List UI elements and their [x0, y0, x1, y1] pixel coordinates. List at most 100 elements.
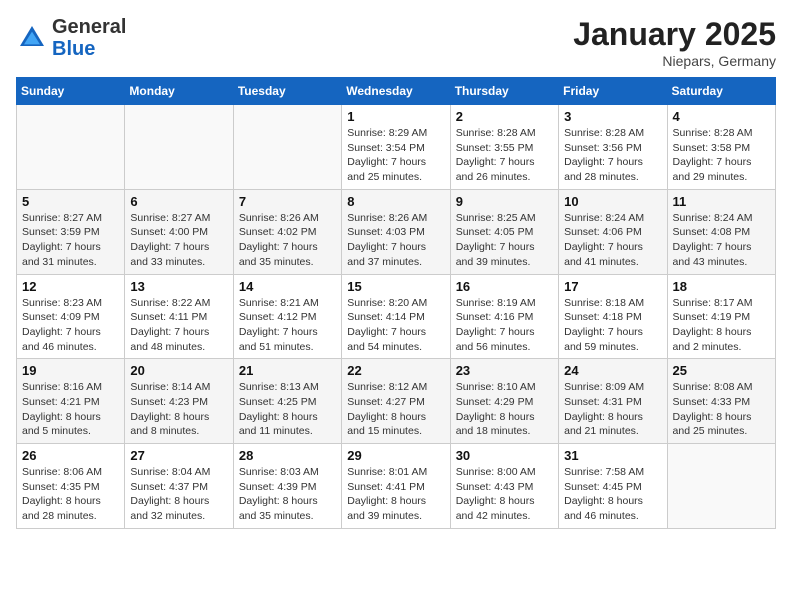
day-number: 29	[347, 448, 444, 463]
day-info: Sunrise: 8:17 AM Sunset: 4:19 PM Dayligh…	[673, 296, 770, 355]
calendar-cell: 13Sunrise: 8:22 AM Sunset: 4:11 PM Dayli…	[125, 274, 233, 359]
day-number: 25	[673, 363, 770, 378]
day-info: Sunrise: 8:10 AM Sunset: 4:29 PM Dayligh…	[456, 380, 553, 439]
day-info: Sunrise: 8:26 AM Sunset: 4:03 PM Dayligh…	[347, 211, 444, 270]
day-number: 4	[673, 109, 770, 124]
day-info: Sunrise: 8:29 AM Sunset: 3:54 PM Dayligh…	[347, 126, 444, 185]
calendar-cell: 9Sunrise: 8:25 AM Sunset: 4:05 PM Daylig…	[450, 189, 558, 274]
day-number: 18	[673, 279, 770, 294]
day-number: 14	[239, 279, 336, 294]
day-info: Sunrise: 8:03 AM Sunset: 4:39 PM Dayligh…	[239, 465, 336, 524]
day-number: 9	[456, 194, 553, 209]
month-title: January 2025	[573, 16, 776, 53]
day-info: Sunrise: 8:01 AM Sunset: 4:41 PM Dayligh…	[347, 465, 444, 524]
day-number: 27	[130, 448, 227, 463]
calendar-week-2: 5Sunrise: 8:27 AM Sunset: 3:59 PM Daylig…	[17, 189, 776, 274]
calendar-week-1: 1 Sunrise: 8:29 AM Sunset: 3:54 PM Daylig…	[17, 105, 776, 190]
day-number: 15	[347, 279, 444, 294]
calendar-cell: 23Sunrise: 8:10 AM Sunset: 4:29 PM Dayli…	[450, 359, 558, 444]
day-info: Sunrise: 8:27 AM Sunset: 4:00 PM Dayligh…	[130, 211, 227, 270]
header-monday: Monday	[125, 78, 233, 105]
location: Niepars, Germany	[573, 53, 776, 69]
calendar-cell: 30 Sunrise: 8:00 AM Sunset: 4:43 PM Dayli…	[450, 444, 558, 529]
day-number: 12	[22, 279, 119, 294]
day-info: Sunrise: 8:24 AM Sunset: 4:06 PM Dayligh…	[564, 211, 661, 270]
day-number: 20	[130, 363, 227, 378]
day-number: 10	[564, 194, 661, 209]
day-info: Sunrise: 8:08 AM Sunset: 4:33 PM Dayligh…	[673, 380, 770, 439]
page-header: General Blue January 2025 Niepars, Germa…	[16, 16, 776, 69]
day-info: Sunrise: 8:28 AM Sunset: 3:55 PM Dayligh…	[456, 126, 553, 185]
calendar-cell: 26 Sunrise: 8:06 AM Sunset: 4:35 PM Dayli…	[17, 444, 125, 529]
day-info: Sunrise: 7:58 AM Sunset: 4:45 PM Dayligh…	[564, 465, 661, 524]
calendar-cell: 11 Sunrise: 8:24 AM Sunset: 4:08 PM Dayli…	[667, 189, 775, 274]
day-number: 26	[22, 448, 119, 463]
calendar-cell	[667, 444, 775, 529]
day-info: Sunrise: 8:24 AM Sunset: 4:08 PM Dayligh…	[673, 211, 770, 270]
calendar-cell: 20 Sunrise: 8:14 AM Sunset: 4:23 PM Dayli…	[125, 359, 233, 444]
day-info: Sunrise: 8:14 AM Sunset: 4:23 PM Dayligh…	[130, 380, 227, 439]
day-info: Sunrise: 8:28 AM Sunset: 3:56 PM Dayligh…	[564, 126, 661, 185]
day-info: Sunrise: 8:04 AM Sunset: 4:37 PM Dayligh…	[130, 465, 227, 524]
day-info: Sunrise: 8:19 AM Sunset: 4:16 PM Dayligh…	[456, 296, 553, 355]
calendar-cell: 22 Sunrise: 8:12 AM Sunset: 4:27 PM Dayli…	[342, 359, 450, 444]
calendar-cell	[233, 105, 341, 190]
day-number: 6	[130, 194, 227, 209]
day-number: 21	[239, 363, 336, 378]
calendar-table: Sunday Monday Tuesday Wednesday Thursday…	[16, 77, 776, 529]
calendar-cell: 28Sunrise: 8:03 AM Sunset: 4:39 PM Dayli…	[233, 444, 341, 529]
calendar-cell: 19Sunrise: 8:16 AM Sunset: 4:21 PM Dayli…	[17, 359, 125, 444]
logo-icon	[16, 22, 48, 54]
calendar-cell: 31 Sunrise: 7:58 AM Sunset: 4:45 PM Dayli…	[559, 444, 667, 529]
day-number: 22	[347, 363, 444, 378]
day-info: Sunrise: 8:26 AM Sunset: 4:02 PM Dayligh…	[239, 211, 336, 270]
days-header-row: Sunday Monday Tuesday Wednesday Thursday…	[17, 78, 776, 105]
calendar-cell: 21Sunrise: 8:13 AM Sunset: 4:25 PM Dayli…	[233, 359, 341, 444]
calendar-cell: 5Sunrise: 8:27 AM Sunset: 3:59 PM Daylig…	[17, 189, 125, 274]
day-info: Sunrise: 8:12 AM Sunset: 4:27 PM Dayligh…	[347, 380, 444, 439]
day-number: 8	[347, 194, 444, 209]
day-info: Sunrise: 8:20 AM Sunset: 4:14 PM Dayligh…	[347, 296, 444, 355]
calendar-cell: 16 Sunrise: 8:19 AM Sunset: 4:16 PM Dayli…	[450, 274, 558, 359]
calendar-cell: 6 Sunrise: 8:27 AM Sunset: 4:00 PM Daylig…	[125, 189, 233, 274]
calendar-cell: 29 Sunrise: 8:01 AM Sunset: 4:41 PM Dayli…	[342, 444, 450, 529]
header-thursday: Thursday	[450, 78, 558, 105]
day-info: Sunrise: 8:21 AM Sunset: 4:12 PM Dayligh…	[239, 296, 336, 355]
calendar-cell: 1 Sunrise: 8:29 AM Sunset: 3:54 PM Daylig…	[342, 105, 450, 190]
calendar-cell: 12 Sunrise: 8:23 AM Sunset: 4:09 PM Dayli…	[17, 274, 125, 359]
day-info: Sunrise: 8:18 AM Sunset: 4:18 PM Dayligh…	[564, 296, 661, 355]
calendar-cell: 27 Sunrise: 8:04 AM Sunset: 4:37 PM Dayli…	[125, 444, 233, 529]
calendar-cell: 17 Sunrise: 8:18 AM Sunset: 4:18 PM Dayli…	[559, 274, 667, 359]
day-info: Sunrise: 8:09 AM Sunset: 4:31 PM Dayligh…	[564, 380, 661, 439]
calendar-cell: 14 Sunrise: 8:21 AM Sunset: 4:12 PM Dayli…	[233, 274, 341, 359]
header-friday: Friday	[559, 78, 667, 105]
day-info: Sunrise: 8:22 AM Sunset: 4:11 PM Dayligh…	[130, 296, 227, 355]
day-number: 24	[564, 363, 661, 378]
calendar-week-4: 19Sunrise: 8:16 AM Sunset: 4:21 PM Dayli…	[17, 359, 776, 444]
calendar-cell: 2 Sunrise: 8:28 AM Sunset: 3:55 PM Daylig…	[450, 105, 558, 190]
day-number: 31	[564, 448, 661, 463]
header-tuesday: Tuesday	[233, 78, 341, 105]
calendar-cell: 15 Sunrise: 8:20 AM Sunset: 4:14 PM Dayli…	[342, 274, 450, 359]
calendar-cell	[17, 105, 125, 190]
calendar-cell: 8 Sunrise: 8:26 AM Sunset: 4:03 PM Daylig…	[342, 189, 450, 274]
day-info: Sunrise: 8:00 AM Sunset: 4:43 PM Dayligh…	[456, 465, 553, 524]
calendar-cell: 3Sunrise: 8:28 AM Sunset: 3:56 PM Daylig…	[559, 105, 667, 190]
day-number: 11	[673, 194, 770, 209]
calendar-cell: 10 Sunrise: 8:24 AM Sunset: 4:06 PM Dayli…	[559, 189, 667, 274]
calendar-cell: 4Sunrise: 8:28 AM Sunset: 3:58 PM Daylig…	[667, 105, 775, 190]
day-info: Sunrise: 8:16 AM Sunset: 4:21 PM Dayligh…	[22, 380, 119, 439]
day-info: Sunrise: 8:06 AM Sunset: 4:35 PM Dayligh…	[22, 465, 119, 524]
day-number: 16	[456, 279, 553, 294]
header-wednesday: Wednesday	[342, 78, 450, 105]
calendar-cell: 18 Sunrise: 8:17 AM Sunset: 4:19 PM Dayli…	[667, 274, 775, 359]
calendar-cell	[125, 105, 233, 190]
day-number: 2	[456, 109, 553, 124]
day-number: 17	[564, 279, 661, 294]
day-number: 30	[456, 448, 553, 463]
day-info: Sunrise: 8:23 AM Sunset: 4:09 PM Dayligh…	[22, 296, 119, 355]
title-block: January 2025 Niepars, Germany	[573, 16, 776, 69]
day-number: 1	[347, 109, 444, 124]
calendar-week-3: 12 Sunrise: 8:23 AM Sunset: 4:09 PM Dayli…	[17, 274, 776, 359]
logo: General Blue	[16, 16, 126, 60]
